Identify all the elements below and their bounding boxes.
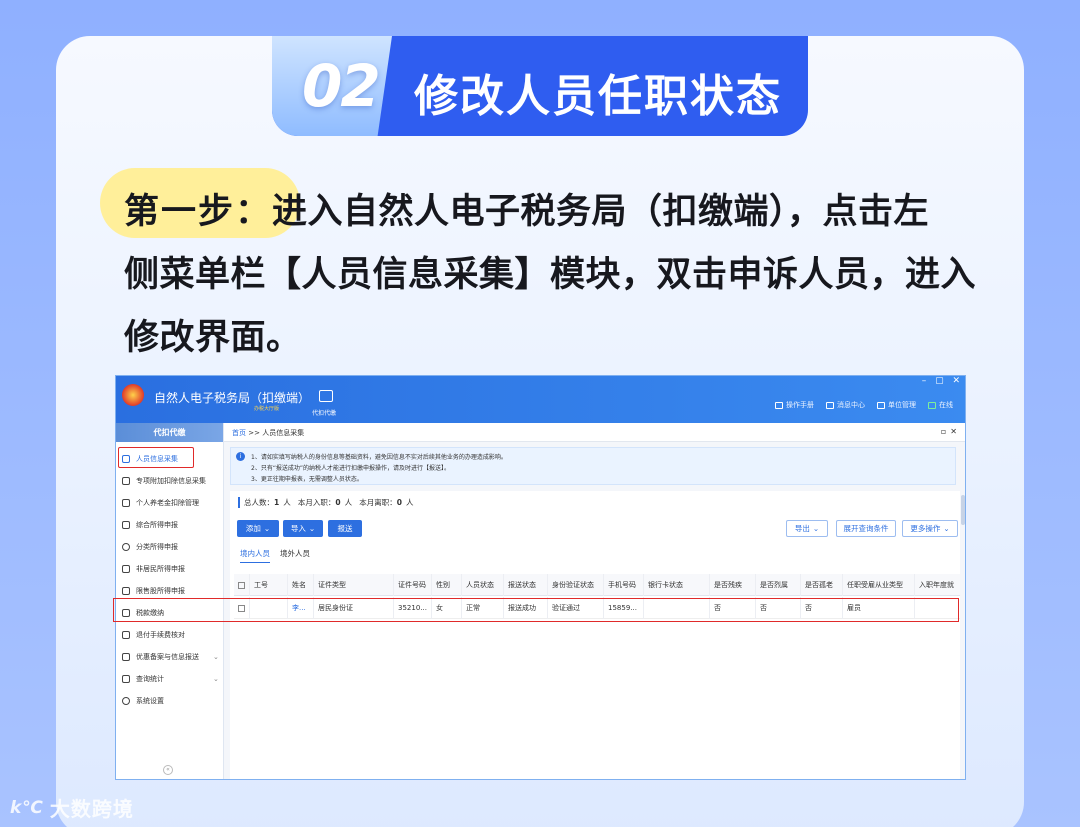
- breadcrumb-current: 人员信息采集: [262, 429, 305, 437]
- more-actions-button[interactable]: 更多操作 ⌄: [902, 520, 958, 537]
- sidebar-item-classified-income[interactable]: 分类所得申报: [122, 538, 178, 556]
- chevron-down-icon: ⌄: [943, 524, 950, 533]
- header-links: 操作手册 消息中心 单位管理 在线: [775, 400, 953, 410]
- highlight-box-sidebar: [118, 447, 194, 468]
- section-banner: 02 修改人员任职状态: [272, 36, 808, 136]
- col-header: 身份验证状态: [548, 574, 604, 596]
- app-window-screenshot: 自然人电子税务局（扣缴端） 办税大厅版 代扣代缴 – ▢ ✕ 操作手册 消息中心…: [115, 375, 966, 780]
- highlight-box-row: [113, 598, 959, 622]
- person-icon: [122, 565, 130, 573]
- unit-manage-link[interactable]: 单位管理: [877, 400, 916, 410]
- breadcrumb: 首页 >> 人员信息采集: [232, 429, 305, 437]
- sidebar-item-comprehensive-income[interactable]: 综合所得申报: [122, 516, 178, 534]
- col-header: 手机号码: [604, 574, 644, 596]
- collapse-sidebar-icon[interactable]: «: [163, 765, 173, 775]
- notice-line-1: 1、请如实填写纳税人的身份信息等基础资料，避免因信息不实对后续其他业务的办理造成…: [251, 454, 507, 461]
- wallet-icon[interactable]: [319, 390, 333, 402]
- col-header: 任职受雇从业类型: [843, 574, 915, 596]
- sidebar-item-special-deduction[interactable]: 专项附加扣除信息采集: [122, 472, 206, 490]
- monitor-icon: [928, 401, 936, 409]
- online-status[interactable]: 在线: [928, 400, 953, 410]
- col-header: 银行卡状态: [644, 574, 710, 596]
- chevron-down-icon[interactable]: ⌄: [213, 675, 219, 683]
- col-header: 报送状态: [504, 574, 548, 596]
- info-icon: i: [236, 452, 245, 461]
- col-header: 是否孤老: [801, 574, 843, 596]
- section-title: 修改人员任职状态: [414, 71, 782, 122]
- sidebar-item-nonresident[interactable]: 非居民所得申报: [122, 560, 185, 578]
- app-subtitle: 办税大厅版: [254, 406, 280, 412]
- submit-button[interactable]: 报送: [328, 520, 362, 537]
- select-all-checkbox[interactable]: [234, 574, 250, 596]
- folder-icon: [122, 653, 130, 661]
- notice-line-3: 3、更正往期申报表，无需调整人员状态。: [251, 476, 363, 483]
- watermark-text: 大数跨境: [49, 797, 134, 821]
- app-title: 自然人电子税务局（扣缴端）: [154, 391, 311, 405]
- grid-icon: [122, 477, 130, 485]
- notice-box: i 1、请如实填写纳税人的身份信息等基础资料，避免因信息不实对后续其他业务的办理…: [230, 447, 956, 485]
- person-panel: 总人数：1 人 本月入职：0 人 本月离职：0 人 添加 ⌄ 导入 ⌄ 报送 导出 ⌄ 展开…: [230, 491, 960, 779]
- message-center-link[interactable]: 消息中心: [826, 400, 865, 410]
- sidebar-item-refund-fee[interactable]: 退付手续费核对: [122, 626, 185, 644]
- col-header: 证件号码: [394, 574, 432, 596]
- step-text-line-2: 侧菜单栏【人员信息采集】模块，双击申诉人员，进入: [124, 255, 977, 295]
- breadcrumb-home[interactable]: 首页: [232, 429, 246, 437]
- col-header: 姓名: [288, 574, 314, 596]
- col-header: 工号: [250, 574, 288, 596]
- book-icon: [775, 401, 783, 409]
- chevron-down-icon: ⌄: [812, 524, 820, 533]
- export-button[interactable]: 导出 ⌄: [786, 520, 828, 537]
- import-button[interactable]: 导入 ⌄: [283, 520, 323, 537]
- app-header: 自然人电子税务局（扣缴端） 办税大厅版 代扣代缴 – ▢ ✕ 操作手册 消息中心…: [116, 376, 965, 423]
- sidebar-item-settings[interactable]: 系统设置: [122, 692, 164, 710]
- col-header: 入职年度就: [919, 581, 954, 589]
- gear-icon: [122, 697, 130, 705]
- manual-link[interactable]: 操作手册: [775, 400, 814, 410]
- watermark: k℃ 大数跨境: [10, 793, 134, 822]
- search-document-icon: [122, 675, 130, 683]
- chevron-down-icon[interactable]: ⌄: [213, 653, 219, 661]
- notice-line-2: 2、只有“报送成功”的纳税人才能进行扣缴申报操作，请及时进行【报送】。: [251, 465, 451, 472]
- col-header: 性别: [432, 574, 462, 596]
- breadcrumb-bar: 首页 >> 人员信息采集 ▫✕: [224, 423, 965, 442]
- step-text-line-3: 修改界面。: [124, 318, 302, 358]
- sidebar-title: 代扣代缴: [116, 423, 223, 442]
- tab-domestic[interactable]: 境内人员: [240, 548, 270, 563]
- tab-overseas[interactable]: 境外人员: [280, 548, 310, 563]
- scrollbar[interactable]: [961, 495, 965, 525]
- document-icon: [122, 631, 130, 639]
- window-controls[interactable]: – ▢ ✕: [922, 376, 963, 386]
- step-label: 第一步：: [124, 192, 273, 232]
- mail-icon: [826, 401, 834, 409]
- national-emblem-icon: [122, 384, 144, 406]
- chevron-down-icon: ⌄: [263, 524, 271, 533]
- sidebar-item-query-stats[interactable]: 查询统计: [122, 670, 164, 688]
- tab-controls[interactable]: ▫✕: [941, 427, 961, 436]
- layers-icon: [122, 521, 130, 529]
- col-header: 是否残疾: [710, 574, 756, 596]
- sidebar-item-pension[interactable]: 个人养老金扣除管理: [122, 494, 199, 512]
- section-number: 02: [302, 52, 381, 120]
- expand-query-button[interactable]: 展开查询条件: [836, 520, 896, 537]
- step-text-line-1: 第一步：进入自然人电子税务局（扣缴端），点击左: [124, 192, 930, 232]
- ledger-icon: [122, 499, 130, 507]
- person-tabs: 境内人员 境外人员: [240, 548, 310, 563]
- col-header: 证件类型: [314, 574, 394, 596]
- proxy-tab-label[interactable]: 代扣代缴: [312, 408, 336, 417]
- sidebar-item-preference-filing[interactable]: 优惠备案与信息报送: [122, 648, 199, 666]
- building-icon: [877, 401, 885, 409]
- clock-icon: [122, 543, 130, 551]
- add-button[interactable]: 添加 ⌄: [237, 520, 279, 537]
- watermark-logo: k℃: [10, 797, 44, 818]
- col-header: 是否烈属: [756, 574, 801, 596]
- chevron-down-icon: ⌄: [308, 524, 316, 533]
- section-number-badge: 02: [272, 36, 392, 136]
- stats-summary: 总人数：1 人 本月入职：0 人 本月离职：0 人: [238, 497, 413, 508]
- table-header: 工号 姓名 证件类型 证件号码 性别 人员状态 报送状态 身份验证状态 手机号码…: [234, 574, 960, 596]
- col-header: 人员状态: [462, 574, 504, 596]
- bar-chart-icon: [122, 587, 130, 595]
